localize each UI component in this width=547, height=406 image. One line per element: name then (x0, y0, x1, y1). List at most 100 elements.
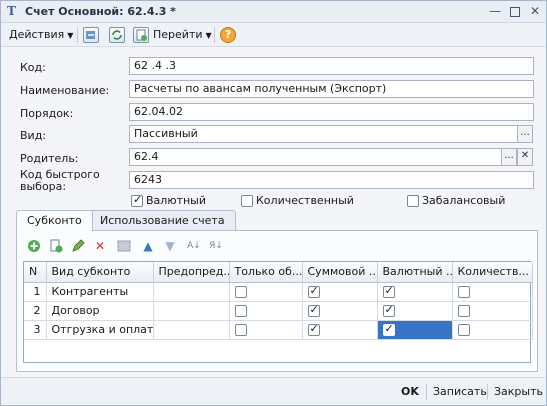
actions-menu-label: Действия (9, 28, 65, 41)
column-header-predefined[interactable]: Предопред... (153, 262, 230, 283)
sum-cell[interactable] (302, 320, 378, 340)
sum-checkbox[interactable] (307, 303, 320, 317)
subconto-kind-cell[interactable]: Договор (46, 301, 154, 321)
add-icon[interactable] (27, 239, 41, 253)
toolbar-divider (214, 27, 215, 43)
actions-menu[interactable]: Действия ▼ (9, 26, 73, 44)
help-icon[interactable]: ? (220, 27, 236, 43)
order-label: Порядок: (20, 107, 74, 120)
quantity-checkbox[interactable] (241, 195, 253, 207)
currency-cell[interactable] (377, 282, 453, 302)
currency-checkbox[interactable] (382, 303, 395, 317)
bottom-button-bar: OK Записать Закрыть (1, 377, 546, 405)
turnover-only-cell[interactable] (229, 301, 303, 321)
refresh-icon[interactable] (109, 27, 125, 43)
currency-cell[interactable] (377, 320, 453, 340)
parent-select-button[interactable]: ... (501, 148, 517, 166)
turnover-only-cell[interactable] (229, 282, 303, 302)
goto-menu-label: Перейти (153, 28, 203, 41)
quantity-checkbox[interactable] (457, 324, 470, 336)
edit-icon[interactable] (71, 239, 85, 253)
subconto-kind-cell[interactable]: Отгрузка и оплат... (46, 320, 154, 340)
quantity-cell[interactable] (452, 320, 533, 340)
currency-checkbox[interactable] (131, 193, 143, 207)
currency-checkbox[interactable] (382, 284, 395, 298)
kind-select-button[interactable]: ... (517, 125, 533, 143)
table-row[interactable]: 2 Договор (24, 301, 533, 321)
tab-subconto[interactable]: Субконто (16, 210, 93, 231)
sum-cell[interactable] (302, 282, 378, 302)
parent-label: Родитель: (20, 152, 79, 165)
close-window-icon[interactable]: ✕ (528, 5, 542, 19)
sum-cell[interactable] (302, 301, 378, 321)
off-balance-checkbox-label: Забалансовый (422, 194, 506, 207)
table-row[interactable]: 3 Отгрузка и оплат... (24, 320, 533, 340)
tab-account-usage[interactable]: Использование счета (89, 210, 236, 230)
predefined-cell[interactable] (153, 320, 230, 340)
table-row[interactable]: 1 Контрагенты (24, 282, 533, 302)
minimize-icon[interactable]: — (488, 5, 502, 19)
close-button[interactable]: Закрыть (494, 385, 543, 398)
column-header-turnover-only[interactable]: Только об... (229, 262, 303, 283)
column-header-currency[interactable]: Валютный ... (377, 262, 453, 283)
move-down-icon[interactable]: ▼ (163, 239, 177, 253)
toolbar-divider (77, 27, 78, 43)
turnover-only-checkbox[interactable] (234, 305, 247, 317)
column-header-kind[interactable]: Вид субконто (46, 262, 154, 283)
copy-icon[interactable] (49, 239, 63, 253)
post-and-close-icon[interactable] (83, 27, 99, 43)
end-edit-icon[interactable] (117, 239, 131, 253)
quantity-checkbox[interactable] (457, 305, 470, 317)
save-button[interactable]: Записать (433, 385, 487, 398)
kind-field[interactable]: Пассивный (129, 125, 518, 143)
name-field[interactable]: Расчеты по авансам полученным (Экспорт) (129, 80, 534, 98)
ok-button[interactable]: OK (401, 385, 419, 398)
maximize-icon[interactable] (508, 5, 522, 19)
quantity-cell[interactable] (452, 282, 533, 302)
quantity-checkbox-label: Количественный (256, 194, 354, 207)
currency-checkbox[interactable] (382, 322, 395, 336)
column-header-quantity[interactable]: Количеств... (452, 262, 533, 283)
column-header-sum[interactable]: Суммовой ... (302, 262, 378, 283)
currency-checkbox-label: Валютный (146, 194, 207, 207)
order-field[interactable]: 62.04.02 (129, 103, 534, 121)
quantity-checkbox[interactable] (457, 286, 470, 298)
goto-menu[interactable]: Перейти ▼ (153, 26, 212, 44)
sum-checkbox[interactable] (307, 322, 320, 336)
app-logo-icon: Т (7, 4, 16, 18)
row-number: 2 (24, 301, 47, 321)
code-field[interactable]: 62 .4 .3 (129, 57, 534, 75)
turnover-only-checkbox[interactable] (234, 286, 247, 298)
sum-checkbox[interactable] (307, 284, 320, 298)
code-label: Код: (20, 61, 46, 74)
kind-label: Вид: (20, 129, 47, 142)
new-copy-icon[interactable] (133, 27, 149, 43)
predefined-cell[interactable] (153, 301, 230, 321)
sort-desc-icon[interactable]: Я↓ (209, 239, 223, 253)
name-label: Наименование: (20, 84, 110, 97)
move-up-icon[interactable]: ▲ (141, 239, 155, 253)
title-bar: Т Счет Основной: 62.4.3 * — ✕ (1, 1, 546, 23)
account-form-window: Т Счет Основной: 62.4.3 * — ✕ Действия ▼ … (0, 0, 547, 406)
turnover-only-cell[interactable] (229, 320, 303, 340)
turnover-only-checkbox[interactable] (234, 324, 247, 336)
row-number: 1 (24, 282, 47, 302)
sort-asc-icon[interactable]: A↓ (187, 239, 201, 253)
quick-code-field[interactable]: 6243 (129, 171, 534, 189)
chevron-down-icon: ▼ (205, 31, 212, 40)
off-balance-checkbox[interactable] (407, 195, 419, 207)
parent-field[interactable]: 62.4 (129, 148, 502, 166)
main-toolbar: Действия ▼ Перейти ▼ ? (1, 23, 546, 47)
quantity-cell[interactable] (452, 301, 533, 321)
parent-clear-button[interactable]: ✕ (517, 148, 533, 166)
row-number: 3 (24, 320, 47, 340)
subconto-kind-cell[interactable]: Контрагенты (46, 282, 154, 302)
currency-cell[interactable] (377, 301, 453, 321)
predefined-cell[interactable] (153, 282, 230, 302)
subconto-table[interactable]: N Вид субконто Предопред... Только об...… (23, 261, 533, 363)
delete-icon[interactable]: ✕ (93, 239, 107, 253)
button-divider (426, 384, 427, 400)
window-title: Счет Основной: 62.4.3 * (25, 5, 176, 18)
column-header-n[interactable]: N (24, 262, 47, 283)
chevron-down-icon: ▼ (67, 31, 74, 40)
